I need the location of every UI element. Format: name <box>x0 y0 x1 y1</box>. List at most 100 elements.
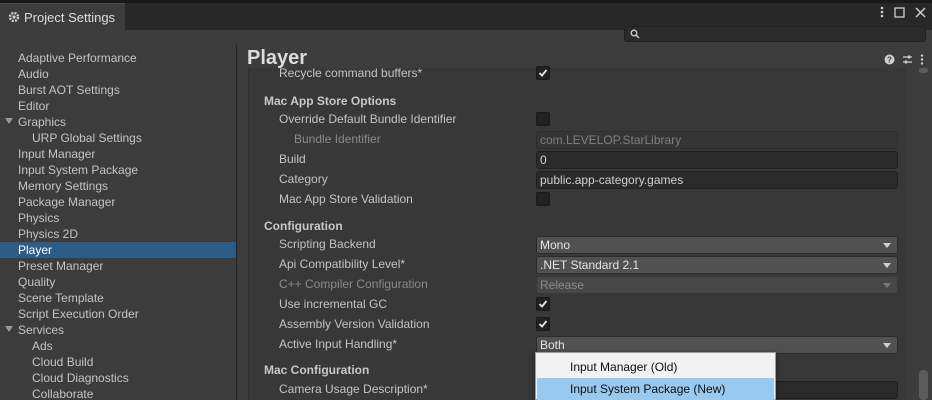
sidebar-item-label: Graphics <box>18 115 67 129</box>
sidebar-item-editor[interactable]: Editor <box>0 98 236 114</box>
setting-label: Recycle command buffers* <box>279 66 423 80</box>
dropdown-value: Mono <box>540 238 571 252</box>
sidebar-item-memory-settings[interactable]: Memory Settings <box>0 178 236 194</box>
section-header-mac-configuration: Mac Configuration <box>264 363 370 377</box>
checkmark-icon <box>538 320 548 328</box>
setting-label: Api Compatibility Level* <box>279 257 406 271</box>
menu-item-input-manager-old[interactable]: Input Manager (Old) <box>537 356 774 378</box>
dropdown-arrow-icon <box>883 243 891 248</box>
sidebar-item-player[interactable]: Player <box>0 242 236 258</box>
sidebar-item-input-manager[interactable]: Input Manager <box>0 146 236 162</box>
kebab-menu-icon[interactable] <box>920 54 924 65</box>
dropdown-arrow-icon <box>883 343 891 348</box>
sidebar-item-label: Preset Manager <box>18 259 104 273</box>
store-validation-checkbox[interactable] <box>536 192 550 206</box>
setting-label: Camera Usage Description* <box>279 382 428 396</box>
setting-label: Use incremental GC <box>279 297 388 311</box>
setting-label: Category <box>279 172 328 186</box>
sidebar-item-label: Input Manager <box>18 147 96 161</box>
setting-row-cpp-compiler: C++ Compiler Configuration Release <box>249 275 907 295</box>
dropdown-value: .NET Standard 2.1 <box>540 258 640 272</box>
section-header-configuration: Configuration <box>264 219 343 233</box>
close-icon[interactable] <box>915 6 926 18</box>
kebab-menu-icon[interactable] <box>880 6 884 18</box>
build-field[interactable]: 0 <box>536 151 898 169</box>
recycle-command-buffers-checkbox[interactable] <box>536 66 550 80</box>
settings-content: Player ? Recycle command buffers* Mac Ap… <box>237 45 932 400</box>
sidebar-item-label: Collaborate <box>32 387 94 400</box>
sidebar-item-label: Player <box>18 243 53 257</box>
tab-title: Project Settings <box>24 9 116 25</box>
checkmark-icon <box>538 69 548 77</box>
sidebar-item-cloud-build[interactable]: Cloud Build <box>0 354 236 370</box>
setting-row-override-bundle: Override Default Bundle Identifier <box>249 110 907 130</box>
scrollbar-thumb[interactable] <box>919 370 928 400</box>
sidebar-item-cloud-diagnostics[interactable]: Cloud Diagnostics <box>0 370 236 386</box>
sidebar-item-script-execution-order[interactable]: Script Execution Order <box>0 306 236 322</box>
gear-icon <box>8 11 20 23</box>
scrollbar-thumb-top[interactable] <box>919 68 928 73</box>
sidebar-item-ads[interactable]: Ads <box>0 338 236 354</box>
search-icon <box>630 29 640 39</box>
input-handling-popup-menu: Input Manager (Old) Input System Package… <box>535 352 776 400</box>
scripting-backend-dropdown[interactable]: Mono <box>536 236 898 254</box>
sidebar-item-label: Physics 2D <box>18 227 79 241</box>
sidebar-item-label: URP Global Settings <box>32 131 142 145</box>
player-inspector: Recycle command buffers* Mac App Store O… <box>248 66 907 400</box>
sidebar-item-label: Ads <box>32 339 53 353</box>
section-header-mac-app-store: Mac App Store Options <box>264 94 397 108</box>
category-field[interactable]: public.app-category.games <box>536 171 898 189</box>
main-area: Adaptive Performance Audio Burst AOT Set… <box>0 45 932 400</box>
checkmark-icon <box>538 300 548 308</box>
setting-row-store-validation: Mac App Store Validation <box>249 190 907 210</box>
setting-row-build: Build 0 <box>249 150 907 170</box>
maximize-icon[interactable] <box>894 6 905 18</box>
bundle-identifier-field: com.LEVELOP.StarLibrary <box>536 131 898 149</box>
setting-label: Mac App Store Validation <box>279 192 413 206</box>
sidebar-item-label: Input System Package <box>18 163 139 177</box>
sidebar-item-physics[interactable]: Physics <box>0 210 236 226</box>
sidebar-item-urp-global-settings[interactable]: URP Global Settings <box>0 130 236 146</box>
sidebar-item-label: Physics <box>18 211 60 225</box>
sidebar-item-burst-aot-settings[interactable]: Burst AOT Settings <box>0 82 236 98</box>
dropdown-value: Both <box>540 338 565 352</box>
override-bundle-checkbox[interactable] <box>536 112 550 126</box>
vertical-scrollbar[interactable] <box>917 68 930 400</box>
sidebar-item-graphics[interactable]: Graphics <box>0 114 236 130</box>
foldout-expanded-icon[interactable] <box>5 118 13 124</box>
sidebar-item-preset-manager[interactable]: Preset Manager <box>0 258 236 274</box>
setting-label: Active Input Handling* <box>279 337 398 351</box>
setting-row-api-compatibility: Api Compatibility Level* .NET Standard 2… <box>249 255 907 275</box>
sidebar-item-adaptive-performance[interactable]: Adaptive Performance <box>0 50 236 66</box>
sidebar-item-package-manager[interactable]: Package Manager <box>0 194 236 210</box>
setting-label: C++ Compiler Configuration <box>279 277 428 291</box>
menu-item-input-system-package-new[interactable]: Input System Package (New) <box>537 378 774 400</box>
sidebar-item-label: Cloud Build <box>32 355 94 369</box>
sidebar-item-physics-2d[interactable]: Physics 2D <box>0 226 236 242</box>
setting-row-recycle-command-buffers: Recycle command buffers* <box>249 64 907 84</box>
cpp-compiler-dropdown: Release <box>536 276 898 294</box>
setting-row-incremental-gc: Use incremental GC <box>249 295 907 315</box>
foldout-expanded-icon[interactable] <box>5 326 13 332</box>
sidebar-item-label: Quality <box>18 275 56 289</box>
sidebar-item-label: Burst AOT Settings <box>18 83 120 97</box>
sidebar-item-audio[interactable]: Audio <box>0 66 236 82</box>
setting-label: Assembly Version Validation <box>279 317 430 331</box>
settings-sidebar: Adaptive Performance Audio Burst AOT Set… <box>0 45 237 400</box>
sidebar-item-label: Cloud Diagnostics <box>32 371 129 385</box>
sidebar-item-services[interactable]: Services <box>0 322 236 338</box>
setting-label: Build <box>279 152 306 166</box>
search-input[interactable] <box>624 26 926 42</box>
dropdown-arrow-icon <box>883 283 891 288</box>
incremental-gc-checkbox[interactable] <box>536 297 550 311</box>
sidebar-item-quality[interactable]: Quality <box>0 274 236 290</box>
setting-row-assembly-validation: Assembly Version Validation <box>249 315 907 335</box>
sidebar-item-scene-template[interactable]: Scene Template <box>0 290 236 306</box>
sidebar-item-collaborate[interactable]: Collaborate <box>0 386 236 400</box>
tab-project-settings[interactable]: Project Settings <box>0 3 125 30</box>
api-compatibility-dropdown[interactable]: .NET Standard 2.1 <box>536 256 898 274</box>
sidebar-item-input-system-package[interactable]: Input System Package <box>0 162 236 178</box>
assembly-validation-checkbox[interactable] <box>536 317 550 331</box>
setting-row-scripting-backend: Scripting Backend Mono <box>249 235 907 255</box>
setting-label: Override Default Bundle Identifier <box>279 112 457 126</box>
